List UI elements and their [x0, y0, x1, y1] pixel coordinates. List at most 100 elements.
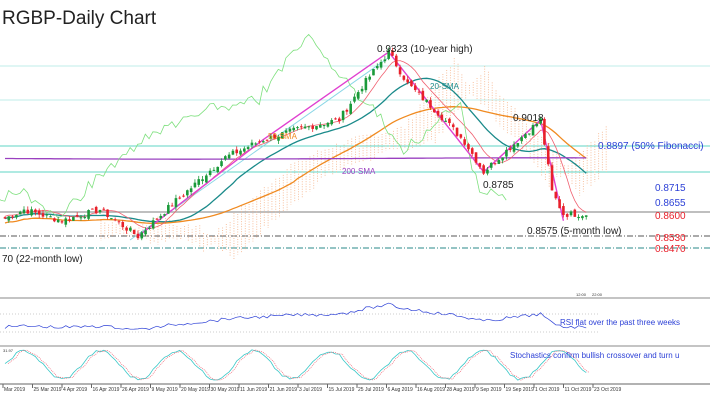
candle-body: [402, 75, 406, 80]
candle-body: [243, 148, 246, 152]
candle-body: [94, 206, 98, 214]
candle-body: [326, 122, 330, 127]
candle-body: [318, 124, 322, 128]
candle-body: [201, 179, 204, 182]
candle-body: [303, 126, 307, 129]
candle-body: [417, 91, 421, 93]
candle-body: [562, 206, 565, 215]
candle-body: [356, 92, 360, 99]
x-tick-label: 9 Sep 2019: [476, 387, 502, 393]
x-tick-label: Mar 2019: [4, 387, 25, 393]
candle-body: [387, 50, 390, 59]
sma50-line: [4, 106, 587, 224]
candle-body: [535, 123, 539, 127]
candle-body: [110, 218, 113, 220]
candle-body: [117, 221, 121, 223]
candle-body: [482, 165, 485, 174]
candle-body: [265, 139, 269, 141]
candle-body: [18, 211, 22, 215]
candle-body: [391, 50, 394, 56]
candle-body: [167, 204, 170, 214]
candle-body: [463, 139, 466, 145]
candle-body: [151, 220, 155, 229]
candle-body: [364, 77, 368, 91]
candle-body: [524, 134, 527, 138]
candle-body: [546, 146, 550, 165]
candle-body: [478, 163, 482, 167]
candle-body: [220, 161, 223, 167]
candle-body: [277, 136, 280, 141]
candle-body: [550, 165, 554, 191]
candle-body: [539, 118, 542, 124]
x-tick-label: 9 May 2019: [152, 387, 178, 393]
candle-body: [174, 198, 178, 208]
candle-body: [375, 66, 379, 69]
x-tick-label: 6 Aug 2019: [388, 387, 414, 393]
candle-body: [565, 214, 569, 217]
x-tick-label: 4 Apr 2019: [63, 387, 87, 393]
candle-body: [98, 209, 102, 213]
candle-body: [11, 216, 14, 218]
candle-body: [254, 143, 258, 145]
level-label: 0.8715: [655, 183, 686, 194]
candle-body: [505, 149, 508, 157]
candle-body: [474, 152, 478, 163]
chart-window: RGBP-Daily Chart 0.8897 (50% Fibonacci) 0…: [0, 0, 710, 403]
candle-body: [421, 90, 425, 101]
candle-body: [87, 210, 90, 219]
candle-body: [406, 79, 409, 83]
candle-body: [212, 169, 216, 171]
candle-body: [186, 190, 189, 196]
chart-canvas: 0.8897 (50% Fibonacci) 0.8715 0.8655 0.8600…: [0, 33, 710, 393]
candle-body: [307, 126, 311, 128]
candle-body: [83, 217, 87, 219]
candle-body: [383, 59, 387, 62]
x-tick-label: 25 Jul 2019: [358, 387, 384, 393]
candle-body: [372, 69, 375, 76]
candle-body: [178, 197, 182, 199]
level-label: 0.8600: [655, 211, 686, 222]
candle-body: [543, 118, 546, 145]
x-tick-label: 19 Sep 2019: [506, 387, 535, 393]
candle-body: [231, 150, 235, 155]
zigzag-line: [137, 51, 565, 237]
candle-body: [299, 126, 303, 128]
candle-body: [558, 199, 561, 209]
candle-body: [527, 133, 531, 135]
candle-body: [208, 170, 212, 175]
candle-body: [311, 125, 314, 129]
candle-body: [189, 188, 193, 193]
candle-body: [584, 215, 588, 217]
rsi-line: [4, 302, 587, 330]
tenkan-line: [4, 60, 587, 230]
candle-body: [246, 147, 250, 149]
x-tick-label: 11 Jun 2019: [240, 387, 267, 393]
level-label: 0.8470: [655, 244, 686, 255]
candle-body: [79, 217, 83, 219]
candle-body: [470, 148, 474, 154]
candle-body: [30, 209, 33, 216]
x-tick-label: 30 May 2019: [211, 387, 240, 393]
candle-body: [125, 227, 128, 231]
candle-body: [75, 215, 79, 217]
candle-body: [440, 114, 444, 121]
candle-body: [45, 214, 49, 216]
candle-body: [235, 149, 239, 154]
candle-body: [581, 216, 584, 219]
candle-body: [436, 110, 440, 116]
candle-body: [132, 229, 136, 235]
candle-body: [451, 124, 455, 128]
candle-body: [489, 162, 493, 168]
candle-body: [148, 227, 151, 229]
candle-body: [288, 128, 292, 132]
candle-body: [170, 205, 174, 207]
candle-body: [349, 103, 352, 114]
candle-body: [3, 217, 7, 219]
candle-body: [569, 211, 573, 216]
candle-body: [410, 80, 413, 87]
candle-body: [64, 218, 68, 225]
candle-body: [15, 214, 18, 218]
candle-body: [493, 163, 497, 165]
candle-body: [379, 61, 383, 68]
candle-body: [269, 135, 273, 139]
